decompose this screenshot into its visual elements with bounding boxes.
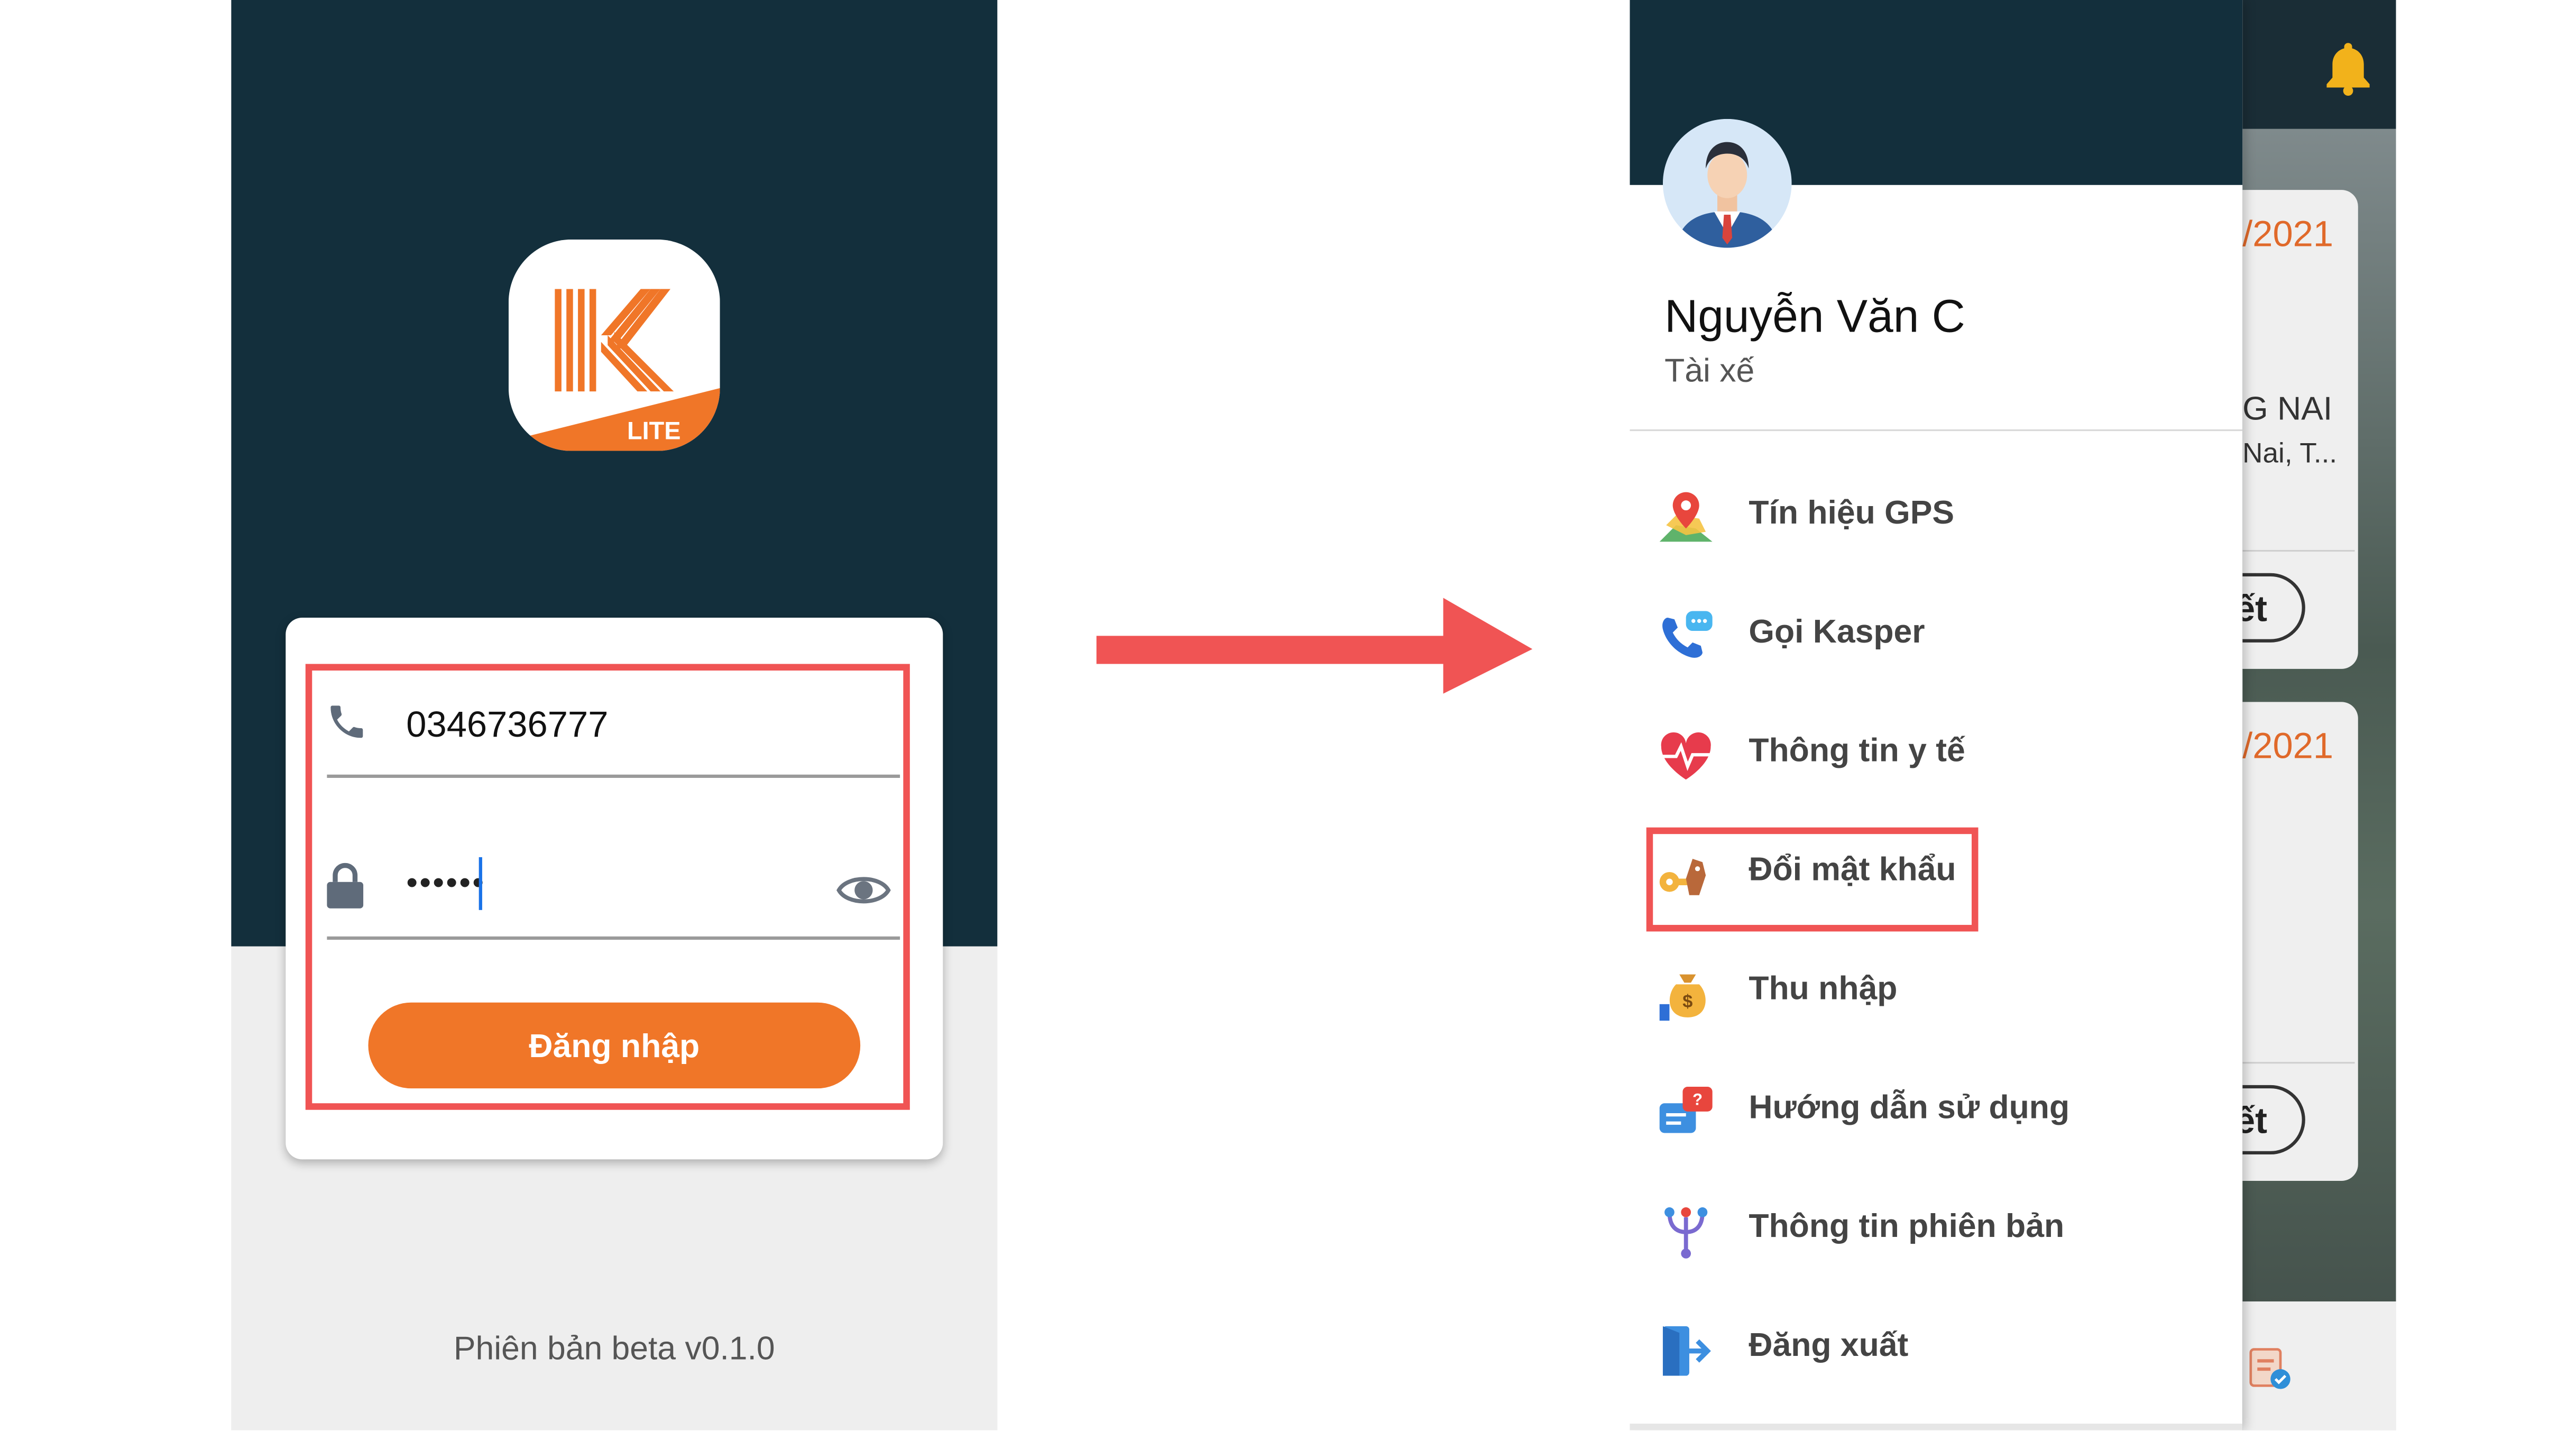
menu-item-version-info[interactable]: Thông tin phiên bản xyxy=(1656,1182,2218,1275)
menu-item-logout[interactable]: Đăng xuất xyxy=(1656,1301,2218,1394)
login-screen: LITE 0346736777 •••••• Đăng nhập Phiên b… xyxy=(231,0,998,1430)
background-app: /2021 G NAI Nai, T... tiết /2021 tiết xyxy=(2242,0,2396,1430)
menu-item-gps-signal[interactable]: Tín hiệu GPS xyxy=(1656,469,2218,562)
right-arrow-icon xyxy=(1090,591,1552,707)
navigation-drawer: Nguyễn Văn C Tài xế Tín hiệu GPS Gọi Kas… xyxy=(1630,0,2243,1430)
login-fields-highlight-box xyxy=(305,664,910,1110)
money-bag-icon: $ xyxy=(1656,965,1715,1024)
detail-button[interactable]: tiết xyxy=(2242,1085,2305,1155)
card-divider xyxy=(2242,549,2355,552)
background-bottombar xyxy=(2242,1301,2396,1430)
trip-location-detail: Nai, T... xyxy=(2242,437,2338,469)
menu-item-label: Thông tin y tế xyxy=(1749,733,1965,770)
menu-item-label: Tín hiệu GPS xyxy=(1749,495,1955,532)
avatar[interactable] xyxy=(1662,118,1792,248)
bell-icon[interactable] xyxy=(2325,40,2371,104)
background-trip-card: /2021 G NAI Nai, T... tiết xyxy=(2242,190,2358,669)
trip-location: G NAI xyxy=(2242,391,2333,428)
logout-icon xyxy=(1656,1321,1715,1380)
map-pin-icon xyxy=(1656,489,1715,548)
menu-item-medical-info[interactable]: Thông tin y tế xyxy=(1656,707,2218,800)
logo-lite-text: LITE xyxy=(627,417,680,445)
menu-screen: /2021 G NAI Nai, T... tiết /2021 tiết xyxy=(1630,0,2396,1430)
phone-chat-icon xyxy=(1656,608,1715,667)
heart-pulse-icon xyxy=(1656,727,1715,786)
svg-text:?: ? xyxy=(1692,1090,1703,1108)
drawer-divider xyxy=(1630,429,2243,432)
menu-item-income[interactable]: $ Thu nhập xyxy=(1656,944,2218,1037)
user-role: Tài xế xyxy=(1664,353,1755,390)
drawer-bottom-edge xyxy=(1630,1424,2243,1430)
menu-item-label: Hướng dẫn sử dụng xyxy=(1749,1090,2070,1126)
help-chat-icon: ? xyxy=(1656,1084,1715,1143)
menu-item-call-kasper[interactable]: Gọi Kasper xyxy=(1656,588,2218,681)
app-logo: LITE xyxy=(508,239,720,451)
menu-item-user-guide[interactable]: ? Hướng dẫn sử dụng xyxy=(1656,1063,2218,1156)
menu-item-label: Thông tin phiên bản xyxy=(1749,1209,2065,1245)
background-trip-card: /2021 tiết xyxy=(2242,702,2358,1181)
trip-date: /2021 xyxy=(2242,213,2334,254)
user-name: Nguyễn Văn C xyxy=(1664,290,1965,342)
menu-item-label: Gọi Kasper xyxy=(1749,614,1925,651)
trip-date: /2021 xyxy=(2242,725,2334,767)
version-label: Phiên bản beta v0.1.0 xyxy=(453,1331,775,1368)
version-fork-icon xyxy=(1656,1203,1715,1262)
change-password-highlight-box xyxy=(1646,827,1979,932)
card-divider xyxy=(2242,1062,2355,1064)
menu-item-label: Đăng xuất xyxy=(1749,1327,1909,1364)
detail-button[interactable]: tiết xyxy=(2242,573,2305,643)
background-topbar xyxy=(2242,0,2396,129)
svg-text:$: $ xyxy=(1682,992,1692,1012)
menu-item-label: Thu nhập xyxy=(1749,971,1898,1008)
clipboard-icon[interactable] xyxy=(2246,1344,2292,1399)
